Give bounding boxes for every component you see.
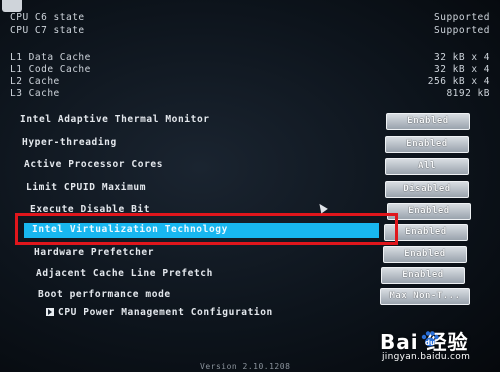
setting-label: Limit CPUID Maximum xyxy=(26,182,147,193)
setting-label: Hardware Prefetcher xyxy=(34,247,155,258)
setting-hyper-threading[interactable]: Hyper-threading Enabled xyxy=(22,135,482,153)
setting-thermal-monitor[interactable]: Intel Adaptive Thermal Monitor Enabled xyxy=(20,112,480,130)
setting-label: Active Processor Cores xyxy=(24,159,164,170)
setting-label: Intel Adaptive Thermal Monitor xyxy=(20,114,210,125)
setting-hardware-prefetcher[interactable]: Hardware Prefetcher Enabled xyxy=(34,245,494,263)
baidu-watermark: Bai 经验 du jingyan.baidu.com xyxy=(380,326,498,370)
info-label: L2 Cache xyxy=(10,76,60,87)
l3-cache-row: L3 Cache 8192 kB xyxy=(10,88,490,100)
submenu-label: CPU Power Management Configuration xyxy=(58,307,273,318)
l1-code-cache-row: L1 Code Cache 32 kB x 4 xyxy=(10,64,490,76)
info-value: 32 kB x 4 xyxy=(434,52,490,63)
setting-boot-performance[interactable]: Boot performance mode Max Non-T... xyxy=(38,287,498,305)
bios-version-footer: Version 2.10.1208 xyxy=(200,362,291,371)
bios-screen: CPU C6 state Supported CPU C7 state Supp… xyxy=(0,0,500,372)
info-label: L3 Cache xyxy=(10,88,60,99)
cpu-c6-row: CPU C6 state Supported xyxy=(10,12,490,24)
info-value: Supported xyxy=(434,25,490,36)
setting-limit-cpuid[interactable]: Limit CPUID Maximum Disabled xyxy=(26,180,486,198)
setting-adjacent-cache[interactable]: Adjacent Cache Line Prefetch Enabled xyxy=(36,266,496,284)
baidu-paw-icon: du xyxy=(421,331,439,347)
setting-label: Hyper-threading xyxy=(22,137,117,148)
limit-cpuid-option-button[interactable]: Disabled xyxy=(385,181,469,198)
setting-label: Adjacent Cache Line Prefetch xyxy=(36,268,213,279)
l1-data-cache-row: L1 Data Cache 32 kB x 4 xyxy=(10,52,490,64)
adjacent-cache-option-button[interactable]: Enabled xyxy=(381,267,465,284)
info-label: L1 Code Cache xyxy=(10,64,91,75)
setting-label: Boot performance mode xyxy=(38,289,171,300)
submenu-arrow-icon xyxy=(46,308,54,316)
boot-performance-option-button[interactable]: Max Non-T... xyxy=(380,288,470,305)
active-cores-option-button[interactable]: All xyxy=(385,158,469,175)
info-value: 32 kB x 4 xyxy=(434,64,490,75)
cpu-c7-row: CPU C7 state Supported xyxy=(10,25,490,37)
hyper-threading-option-button[interactable]: Enabled xyxy=(385,136,469,153)
info-label: L1 Data Cache xyxy=(10,52,91,63)
info-value: 256 kB x 4 xyxy=(427,76,490,87)
thermal-monitor-option-button[interactable]: Enabled xyxy=(386,113,470,130)
info-label: CPU C7 state xyxy=(10,25,85,36)
info-value: 8192 kB xyxy=(446,88,490,99)
hardware-prefetcher-option-button[interactable]: Enabled xyxy=(383,246,467,263)
annotation-red-box xyxy=(15,213,398,245)
setting-active-cores[interactable]: Active Processor Cores All xyxy=(24,157,484,175)
svg-text:du: du xyxy=(425,339,435,347)
watermark-url: jingyan.baidu.com xyxy=(382,352,471,362)
execute-disable-option-button[interactable]: Enabled xyxy=(387,203,471,220)
info-label: CPU C6 state xyxy=(10,12,85,23)
l2-cache-row: L2 Cache 256 kB x 4 xyxy=(10,76,490,88)
submenu-cpu-power-management[interactable]: CPU Power Management Configuration xyxy=(58,305,358,323)
info-value: Supported xyxy=(434,12,490,23)
logo-tab xyxy=(2,0,22,12)
